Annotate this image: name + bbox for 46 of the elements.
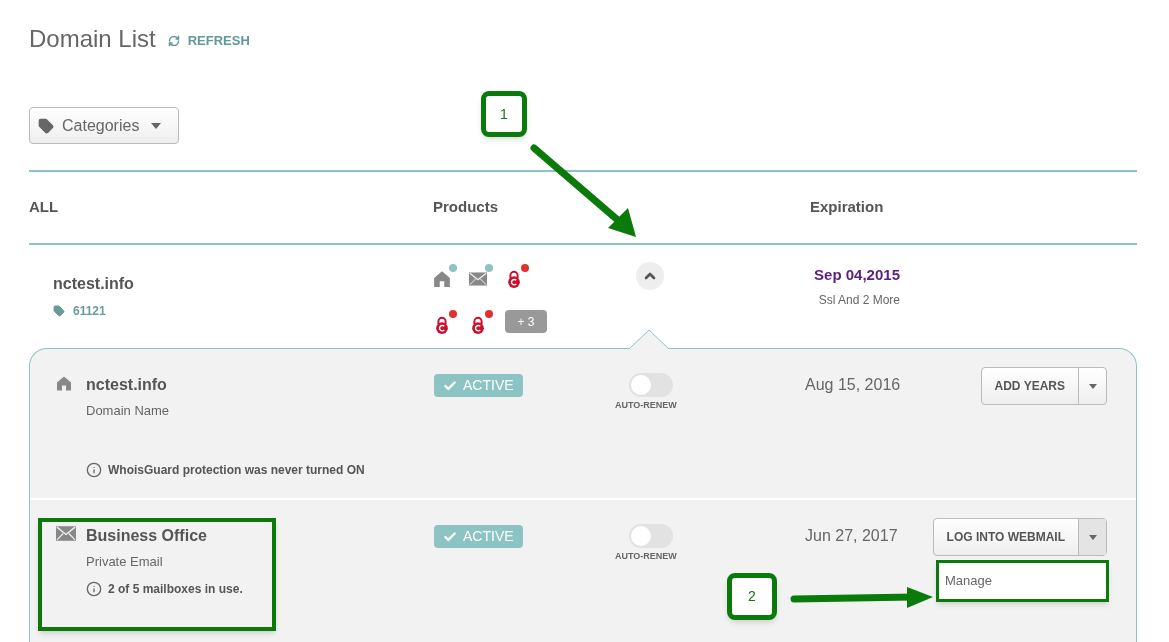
auto-renew-toggle[interactable] — [629, 373, 673, 397]
caret-icon — [151, 122, 162, 129]
product-name: Business Office — [86, 526, 208, 546]
auto-renew-label: AUTO-RENEW — [615, 550, 677, 563]
padlock-icon — [505, 270, 523, 288]
expiration-note: Ssl And 2 More — [818, 291, 900, 309]
categories-dropdown[interactable]: Categories — [29, 107, 179, 144]
status-badge: ACTIVE — [434, 525, 523, 548]
status-badge: ACTIVE — [434, 374, 523, 397]
column-header: Expiration — [810, 197, 884, 218]
auto-renew-label: AUTO-RENEW — [615, 399, 677, 412]
column-header: Products — [433, 197, 499, 218]
padlock-icon — [433, 316, 451, 334]
house-icon — [433, 270, 451, 288]
expiration-date: Sep 04,2015 — [814, 265, 900, 285]
domain-name[interactable]: nctest.info — [53, 272, 433, 296]
check-icon — [443, 378, 457, 393]
house-icon — [56, 375, 72, 392]
info-icon — [86, 580, 102, 597]
caret-icon — [1088, 534, 1097, 540]
domain-tag[interactable]: 61121 — [73, 302, 106, 320]
info-icon — [86, 461, 102, 478]
refresh-button[interactable]: REFRESH — [167, 31, 250, 51]
product-date: Aug 15, 2016 — [805, 376, 901, 393]
page-title: Domain List — [29, 24, 156, 54]
product-name: nctest.info — [86, 375, 168, 395]
auto-renew-toggle[interactable] — [629, 524, 673, 548]
dropdown-toggle[interactable] — [1078, 519, 1106, 555]
padlock-icon — [469, 316, 487, 334]
collapse-toggle[interactable] — [636, 262, 664, 290]
column-header: ALL — [29, 197, 60, 218]
callout-label: 1 — [481, 91, 527, 137]
product-type: Domain Name — [86, 402, 171, 420]
product-date: Jun 27, 2017 — [805, 527, 898, 544]
caret-icon — [1088, 383, 1097, 389]
product-note: WhoisGuard protection was never turned ON — [108, 461, 365, 479]
envelope-icon — [56, 526, 76, 541]
tag-icon — [53, 305, 65, 317]
refresh-icon — [167, 35, 180, 47]
check-icon — [443, 529, 457, 544]
tag-icon — [38, 117, 54, 134]
product-type: Private Email — [86, 553, 164, 571]
envelope-icon — [469, 270, 487, 288]
product-note: 2 of 5 mailboxes in use. — [108, 580, 243, 598]
menu-item[interactable]: Manage — [939, 563, 1106, 599]
callout-label: 2 — [727, 573, 777, 620]
